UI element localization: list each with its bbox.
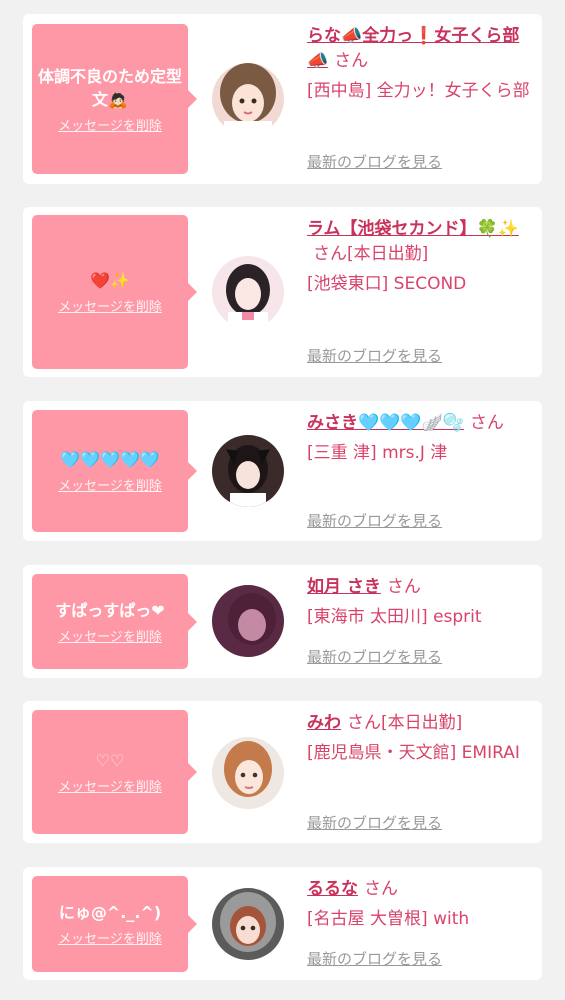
message-bubble: ❤️✨ メッセージを削除 bbox=[32, 215, 197, 369]
avatar[interactable] bbox=[212, 256, 284, 328]
name-line: ラム【池袋セカンド】🍀✨ さん[本日出勤] bbox=[307, 217, 535, 267]
cast-info: らな📣全力っ❗️女子くら部📣 さん [西中島] 全力ッ！女子くら部 bbox=[307, 24, 535, 104]
latest-blog-link[interactable]: 最新のブログを見る bbox=[307, 948, 442, 969]
san-label: さん bbox=[334, 51, 369, 71]
shop-text: [東海市 太田川] esprit bbox=[307, 607, 482, 627]
avatar[interactable] bbox=[212, 737, 284, 809]
status-text: [本日出勤] bbox=[347, 244, 429, 264]
avatar[interactable] bbox=[212, 435, 284, 507]
cast-name-link[interactable]: るるな bbox=[307, 879, 358, 899]
name-line: みさき🩵🩵🩵🪽🫧 さん bbox=[307, 411, 535, 436]
latest-blog-link[interactable]: 最新のブログを見る bbox=[307, 151, 442, 172]
latest-blog-link[interactable]: 最新のブログを見る bbox=[307, 646, 442, 667]
delete-message-link[interactable]: メッセージを削除 bbox=[58, 928, 162, 947]
avatar[interactable] bbox=[212, 888, 284, 960]
delete-message-link[interactable]: メッセージを削除 bbox=[58, 626, 162, 645]
san-label: さん bbox=[364, 879, 398, 899]
san-label: さん bbox=[469, 413, 504, 433]
san-label: さん bbox=[386, 577, 421, 597]
cast-info: みさき🩵🩵🩵🪽🫧 さん [三重 津] mrs.J 津 bbox=[307, 411, 535, 466]
message-bubble: 体調不良のため定型文🙇🏻 メッセージを削除 bbox=[32, 24, 197, 174]
cast-name-link[interactable]: みわ bbox=[307, 713, 341, 733]
shop-text: [池袋東口] SECOND bbox=[307, 274, 467, 294]
shop-text: [西中島] 全力ッ！女子くら部 bbox=[307, 81, 530, 101]
cast-info: みわ さん[本日出勤] [鹿児島県・天文館] EMIRAI bbox=[307, 711, 535, 766]
name-line: 如月 さき さん bbox=[307, 575, 535, 600]
message-card: ♡♡ メッセージを削除 みわ さん[本日出勤] [鹿児島県・天文館] EMIRAI… bbox=[23, 701, 542, 843]
cast-info: るるな さん [名古屋 大曽根] with bbox=[307, 877, 535, 932]
avatar[interactable] bbox=[212, 585, 284, 657]
message-card: にゅ@^._.^) メッセージを削除 るるな さん [名古屋 大曽根] with … bbox=[23, 867, 542, 980]
message-bubble: 🩵🩵🩵🩵🩵 メッセージを削除 bbox=[32, 410, 197, 532]
name-line: みわ さん[本日出勤] bbox=[307, 711, 535, 736]
message-text: すぱっすぱっ❤ bbox=[55, 600, 165, 620]
message-text: にゅ@^._.^) bbox=[58, 903, 162, 922]
shop-text: [名古屋 大曽根] with bbox=[307, 909, 470, 929]
delete-message-link[interactable]: メッセージを削除 bbox=[58, 776, 162, 795]
status-text: [本日出勤] bbox=[381, 713, 463, 733]
delete-message-link[interactable]: メッセージを削除 bbox=[58, 115, 162, 134]
message-bubble: ♡♡ メッセージを削除 bbox=[32, 710, 197, 834]
delete-message-link[interactable]: メッセージを削除 bbox=[58, 296, 162, 315]
name-line: るるな さん bbox=[307, 877, 535, 902]
latest-blog-link[interactable]: 最新のブログを見る bbox=[307, 510, 442, 531]
message-bubble: にゅ@^._.^) メッセージを削除 bbox=[32, 876, 197, 972]
cast-info: ラム【池袋セカンド】🍀✨ さん[本日出勤] [池袋東口] SECOND bbox=[307, 217, 535, 297]
message-text: 🩵🩵🩵🩵🩵 bbox=[60, 450, 160, 469]
san-label: さん bbox=[347, 713, 381, 733]
cast-info: 如月 さき さん [東海市 太田川] esprit bbox=[307, 575, 535, 630]
message-bubble: すぱっすぱっ❤ メッセージを削除 bbox=[32, 574, 197, 669]
message-card: ❤️✨ メッセージを削除 ラム【池袋セカンド】🍀✨ さん[本日出勤] [池袋東口]… bbox=[23, 207, 542, 377]
message-card: 🩵🩵🩵🩵🩵 メッセージを削除 みさき🩵🩵🩵🪽🫧 さん [三重 津] mrs.J 津… bbox=[23, 401, 542, 541]
cast-name-link[interactable]: 如月 さき bbox=[307, 577, 381, 597]
cast-name-link[interactable]: ラム【池袋セカンド】🍀✨ bbox=[307, 219, 519, 239]
delete-message-link[interactable]: メッセージを削除 bbox=[58, 475, 162, 494]
shop-text: [鹿児島県・天文館] EMIRAI bbox=[307, 743, 520, 763]
message-card: 体調不良のため定型文🙇🏻 メッセージを削除 らな📣全力っ❗️女子くら部📣 さん [… bbox=[23, 14, 542, 184]
latest-blog-link[interactable]: 最新のブログを見る bbox=[307, 345, 442, 366]
san-label: さん bbox=[313, 244, 347, 264]
avatar[interactable] bbox=[212, 63, 284, 135]
message-text: ♡♡ bbox=[95, 751, 125, 770]
message-text: ❤️✨ bbox=[90, 271, 130, 290]
cast-name-link[interactable]: みさき🩵🩵🩵🪽🫧 bbox=[307, 413, 464, 433]
message-text: 体調不良のため定型文🙇🏻 bbox=[38, 66, 183, 109]
latest-blog-link[interactable]: 最新のブログを見る bbox=[307, 812, 442, 833]
shop-text: [三重 津] mrs.J 津 bbox=[307, 443, 448, 463]
message-card: すぱっすぱっ❤ メッセージを削除 如月 さき さん [東海市 太田川] espri… bbox=[23, 565, 542, 678]
name-line: らな📣全力っ❗️女子くら部📣 さん bbox=[307, 24, 535, 74]
